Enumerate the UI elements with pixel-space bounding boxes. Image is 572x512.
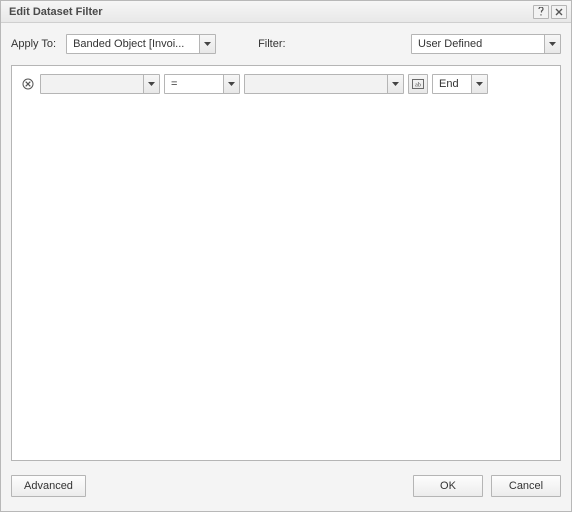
close-button[interactable] bbox=[551, 5, 567, 19]
operator-value: = bbox=[165, 75, 223, 93]
chevron-down-icon bbox=[204, 42, 211, 46]
filter-value: User Defined bbox=[412, 35, 544, 53]
apply-to-value: Banded Object [Invoi... bbox=[67, 35, 199, 53]
operator-dropdown-button[interactable] bbox=[223, 75, 239, 93]
filter-row: = ab End bbox=[20, 74, 552, 94]
button-bar: Advanced OK Cancel bbox=[1, 471, 571, 511]
advanced-button[interactable]: Advanced bbox=[11, 475, 86, 497]
chevron-down-icon bbox=[228, 82, 235, 86]
expression-icon: ab bbox=[412, 79, 424, 89]
value-combo[interactable] bbox=[244, 74, 404, 94]
controls-row: Apply To: Banded Object [Invoi... Filter… bbox=[1, 23, 571, 65]
logic-combo[interactable]: End bbox=[432, 74, 488, 94]
operator-combo[interactable]: = bbox=[164, 74, 240, 94]
help-icon bbox=[537, 7, 545, 16]
dialog-title: Edit Dataset Filter bbox=[9, 6, 531, 18]
cancel-button[interactable]: Cancel bbox=[491, 475, 561, 497]
close-icon bbox=[555, 8, 563, 16]
chevron-down-icon bbox=[549, 42, 556, 46]
apply-to-dropdown-button[interactable] bbox=[199, 35, 215, 53]
filter-label: Filter: bbox=[258, 38, 286, 50]
expression-button[interactable]: ab bbox=[408, 74, 428, 94]
dialog: Edit Dataset Filter Apply To: Banded Obj… bbox=[0, 0, 572, 512]
chevron-down-icon bbox=[476, 82, 483, 86]
ok-button[interactable]: OK bbox=[413, 475, 483, 497]
svg-text:ab: ab bbox=[415, 83, 421, 89]
value-dropdown-button[interactable] bbox=[387, 75, 403, 93]
chevron-down-icon bbox=[148, 82, 155, 86]
apply-to-combo[interactable]: Banded Object [Invoi... bbox=[66, 34, 216, 54]
filter-area: = ab End bbox=[11, 65, 561, 461]
logic-value: End bbox=[433, 75, 471, 93]
titlebar: Edit Dataset Filter bbox=[1, 1, 571, 23]
logic-dropdown-button[interactable] bbox=[471, 75, 487, 93]
apply-to-label: Apply To: bbox=[11, 38, 56, 50]
field-combo[interactable] bbox=[40, 74, 160, 94]
field-dropdown-button[interactable] bbox=[143, 75, 159, 93]
help-button[interactable] bbox=[533, 5, 549, 19]
filter-dropdown-button[interactable] bbox=[544, 35, 560, 53]
filter-combo[interactable]: User Defined bbox=[411, 34, 561, 54]
remove-row-button[interactable] bbox=[20, 76, 36, 92]
remove-icon bbox=[22, 78, 34, 90]
chevron-down-icon bbox=[392, 82, 399, 86]
